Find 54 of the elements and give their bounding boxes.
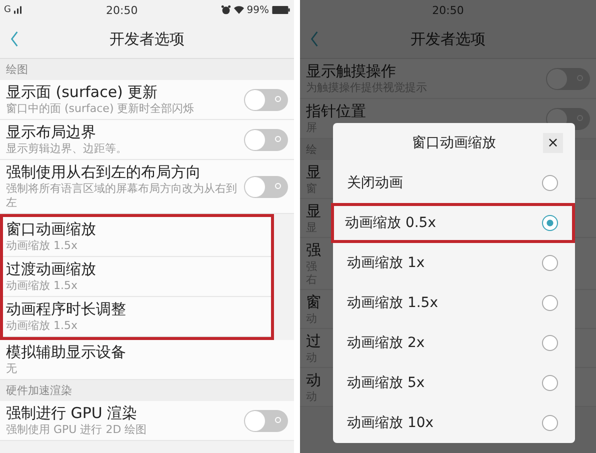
battery-icon (272, 6, 290, 14)
radio-option[interactable]: 关闭动画 (333, 163, 575, 203)
toggle-switch[interactable] (244, 176, 288, 198)
radio-button[interactable] (542, 375, 558, 391)
setting-title: 强制使用从右到左的布局方向 (6, 163, 202, 182)
setting-title: 窗口动画缩放 (6, 220, 97, 239)
network-label: G (4, 5, 11, 15)
setting-title: 强 (306, 241, 321, 260)
radio-button[interactable] (542, 335, 558, 351)
radio-button[interactable] (542, 255, 558, 271)
radio-option[interactable]: 动画缩放 10x (333, 403, 575, 443)
radio-button[interactable] (542, 215, 558, 231)
setting-title: 动 (306, 371, 321, 390)
setting-description: 动画缩放 1.5x (6, 279, 78, 293)
toggle-switch[interactable] (244, 410, 288, 432)
setting-description: 显示剪辑边界、边距等。 (6, 142, 128, 156)
radio-option[interactable]: 动画缩放 1x (333, 243, 575, 283)
setting-title: 窗 (306, 293, 321, 312)
setting-title: 显示面 (surface) 更新 (6, 83, 159, 102)
page-title: 开发者选项 (110, 30, 184, 48)
wifi-icon (234, 5, 244, 15)
radio-option[interactable]: 动画缩放 5x (333, 363, 575, 403)
setting-description: 动画缩放 1.5x (6, 319, 78, 333)
setting-title: 动画程序时长调整 (6, 300, 127, 319)
radio-option[interactable]: 动画缩放 0.5x (331, 203, 575, 243)
radio-option[interactable]: 动画缩放 1.5x (333, 283, 575, 323)
setting-description: 无 (6, 362, 18, 376)
setting-description: 动画缩放 1.5x (6, 239, 78, 253)
setting-title: 显 (306, 202, 321, 221)
radio-button[interactable] (542, 295, 558, 311)
setting-title: 指针位置 (306, 102, 367, 121)
setting-title: 强制进行 GPU 渲染 (6, 404, 138, 423)
section-header: 硬件加速渲染 (0, 380, 294, 401)
radio-option[interactable]: 动画缩放 2x (333, 323, 575, 363)
setting-description: 窗口中的面 (surface) 更新时全部闪烁 (6, 102, 196, 116)
status-time: 20:50 (106, 4, 138, 16)
setting-description: 强制使用 GPU 进行 2D 绘图 (6, 423, 148, 437)
signal-icon (14, 6, 23, 14)
radio-button[interactable] (542, 175, 558, 191)
setting-title: 显示触摸操作 (306, 62, 397, 81)
setting-title: 模拟辅助显示设备 (6, 343, 127, 362)
radio-button[interactable] (542, 415, 558, 431)
close-button[interactable]: × (543, 133, 563, 153)
toggle-switch[interactable] (244, 88, 288, 110)
toggle-switch[interactable] (244, 128, 288, 150)
setting-title: 显示布局边界 (6, 123, 97, 142)
page-title: 开发者选项 (410, 30, 486, 48)
setting-title: 显 (306, 163, 321, 182)
setting-title: 过渡动画缩放 (6, 260, 97, 279)
setting-title: 过 (306, 332, 321, 351)
status-time: 20:50 (432, 4, 464, 16)
battery-percentage: 99% (246, 4, 269, 16)
setting-description: 强制将所有语言区域的屏幕布局方向改为从右到左 (6, 182, 238, 210)
section-header: 绘图 (0, 59, 294, 80)
